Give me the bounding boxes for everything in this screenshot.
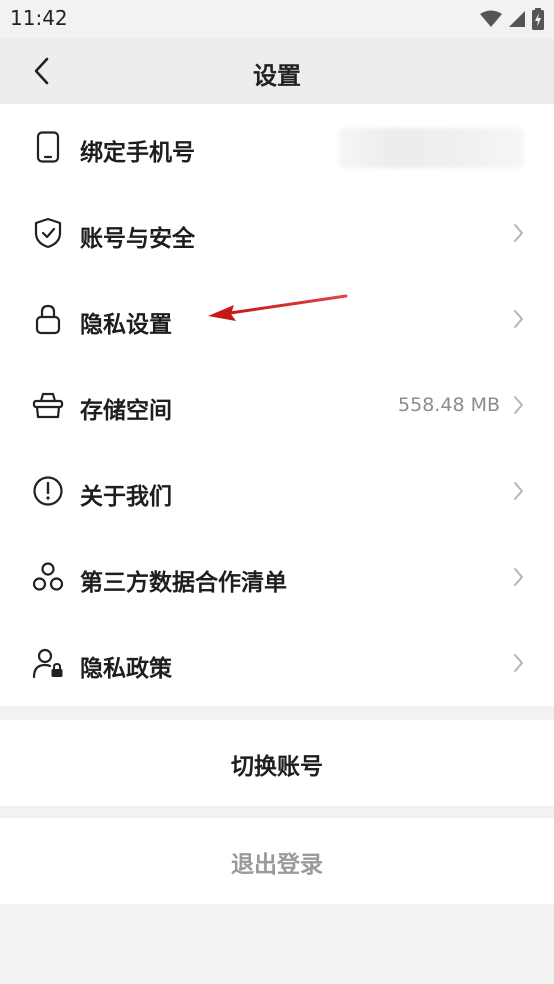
logout-label: 退出登录 [231,852,323,878]
status-bar: 11:42 [0,0,554,38]
settings-item-about-us[interactable]: 关于我们 [0,448,554,534]
settings-item-privacy-policy[interactable]: 隐私政策 [0,620,554,706]
page-title: 设置 [253,62,301,90]
settings-item-label: 存储空间 [80,398,172,424]
lock-icon [32,303,64,335]
shield-check-icon [32,217,64,249]
chevron-right-icon [514,396,523,414]
settings-item-label: 隐私政策 [80,656,172,682]
chevron-right-icon [514,568,523,586]
info-exclamation-icon [32,475,64,507]
chevron-right-icon [514,482,523,500]
settings-item-label: 绑定手机号 [80,140,195,166]
chevron-right-icon [514,654,523,672]
logout-button[interactable]: 退出登录 [0,818,554,904]
settings-item-label: 隐私设置 [80,312,172,338]
status-icons [480,8,544,30]
phone-icon [32,131,64,163]
storage-size-value: 558.48 MB [398,394,500,416]
switch-account-button[interactable]: 切换账号 [0,720,554,806]
network-icon [32,561,64,593]
settings-item-third-party-list[interactable]: 第三方数据合作清单 [0,534,554,620]
basket-icon [32,389,64,421]
battery-charging-icon [532,8,544,30]
settings-list: 绑定手机号 账号与安全 隐私设置 存储空间 558.48 MB 关于我们 第三方… [0,104,554,706]
settings-item-label: 第三方数据合作清单 [80,570,287,596]
phone-number-blurred [338,128,524,168]
signal-icon [509,11,525,27]
chevron-right-icon [514,310,523,328]
settings-item-label: 账号与安全 [80,226,195,252]
settings-item-label: 关于我们 [80,484,172,510]
settings-item-account-security[interactable]: 账号与安全 [0,190,554,276]
settings-item-storage[interactable]: 存储空间 558.48 MB [0,362,554,448]
settings-item-bind-phone[interactable]: 绑定手机号 [0,104,554,190]
header-bar: 设置 [0,38,554,104]
annotation-arrow [208,294,348,321]
wifi-icon [480,10,502,27]
switch-account-label: 切换账号 [231,754,323,780]
status-time: 11:42 [10,6,68,30]
user-lock-icon [32,647,64,679]
chevron-right-icon [514,224,523,242]
